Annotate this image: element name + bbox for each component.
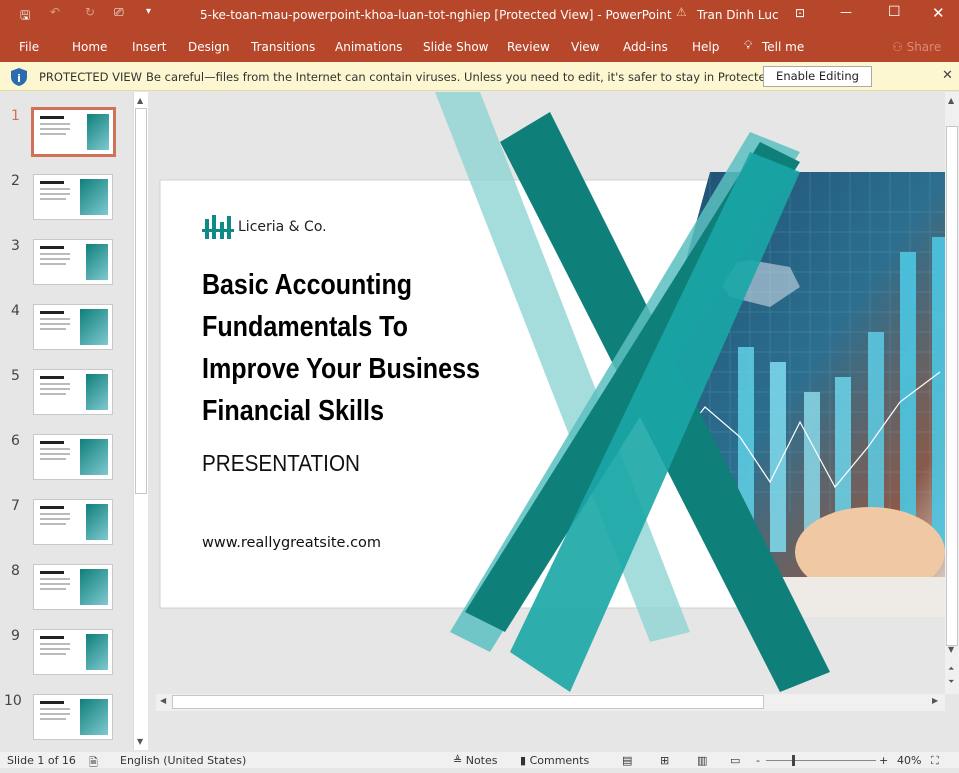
previous-slide-icon[interactable]: ⏶ [948, 664, 954, 674]
status-bar: Slide 1 of 16 🗎 English (United States) … [0, 752, 959, 769]
slide-number: 3 [11, 238, 20, 254]
website-text: www.reallygreatsite.com [202, 535, 381, 551]
slide-thumbnail[interactable] [33, 694, 113, 740]
slide-number: 9 [11, 628, 20, 644]
slide-canvas: Liceria & Co. Basic Accounting Fundament… [159, 92, 945, 692]
customize-qat-icon[interactable]: ▾ [146, 6, 151, 17]
slide-thumbnail[interactable] [33, 564, 113, 610]
slide-thumbnail-pane: 1 2 3 4 5 6 7 8 9 10 [0, 92, 150, 752]
normal-view-icon[interactable]: ▤ [622, 754, 632, 767]
slide-number: 2 [11, 173, 20, 189]
ribbon-display-icon[interactable]: ⊡ [795, 6, 805, 20]
zoom-level[interactable]: 40% [897, 754, 921, 767]
next-slide-icon[interactable]: ⏷ [948, 677, 954, 687]
maximize-icon[interactable]: ☐ [888, 4, 901, 20]
share-label: Share [906, 40, 942, 54]
save-icon[interactable]: 🖫 [20, 6, 30, 27]
editor-vertical-scrollbar[interactable]: ▲ ▼ ⏶ ⏷ [945, 92, 959, 694]
slide-number: 4 [11, 303, 20, 319]
redo-icon[interactable]: ↻ [85, 5, 95, 19]
scroll-down-icon[interactable]: ▼ [137, 737, 143, 746]
comments-label: Comments [529, 754, 590, 767]
slideshow-view-icon[interactable]: ▭ [730, 754, 740, 767]
zoom-in-icon[interactable]: + [879, 754, 888, 767]
tab-insert[interactable]: Insert [132, 40, 166, 54]
language[interactable]: English (United States) [120, 754, 246, 767]
tab-help[interactable]: Help [692, 40, 719, 54]
fit-slide-icon[interactable]: ⛶ [931, 754, 939, 768]
tab-view[interactable]: View [571, 40, 599, 54]
slide-number: 10 [4, 693, 22, 709]
zoom-slider[interactable] [766, 755, 876, 766]
reading-view-icon[interactable]: ▥ [697, 754, 707, 767]
user-name[interactable]: Tran Dinh Luc [697, 8, 779, 22]
ribbon-tabs: File Home Insert Design Transitions Anim… [0, 32, 959, 62]
svg-text:i: i [17, 72, 21, 85]
slide-thumbnail[interactable] [33, 499, 113, 545]
protected-view-message: Be careful—files from the Internet can c… [146, 70, 807, 84]
tell-me-search[interactable]: Tell me [762, 40, 804, 54]
editor-horizontal-scrollbar[interactable]: ◀ ▶ [156, 694, 945, 711]
protected-view-bar: i PROTECTED VIEW Be careful—files from t… [0, 62, 959, 91]
title-line: Financial Skills [202, 395, 384, 427]
lightbulb-icon: 💡︎ [744, 38, 753, 52]
tab-file[interactable]: File [19, 40, 39, 54]
slide-subtitle: PRESENTATION [202, 450, 360, 476]
close-bar-icon[interactable]: ✕ [942, 68, 953, 83]
scroll-thumb[interactable] [172, 695, 764, 709]
notes-label: Notes [465, 754, 498, 767]
slide-number: 5 [11, 368, 20, 384]
slide-thumbnail[interactable] [33, 304, 113, 350]
thumbnail-scrollbar[interactable]: ▲ ▼ [133, 92, 148, 750]
brand-name: Liceria & Co. [238, 219, 327, 235]
slide-number: 1 [11, 108, 20, 124]
slide-editor[interactable]: Liceria & Co. Basic Accounting Fundament… [150, 92, 945, 694]
title-bar: 🖫 ↶ ↻ ⎚ ▾ 5-ke-toan-mau-powerpoint-khoa-… [0, 0, 959, 32]
scroll-down-icon[interactable]: ▼ [948, 645, 954, 654]
warning-icon: ⚠ [676, 5, 687, 19]
zoom-slider-thumb[interactable] [792, 755, 795, 766]
slide-thumbnail[interactable] [31, 107, 116, 157]
minimize-icon[interactable]: — [840, 5, 852, 19]
scroll-up-icon[interactable]: ▲ [137, 96, 143, 105]
slide-thumbnail[interactable] [33, 369, 113, 415]
slide-number: 8 [11, 563, 20, 579]
scroll-left-icon[interactable]: ◀ [160, 696, 166, 705]
zoom-out-icon[interactable]: - [756, 754, 760, 767]
title-line: Basic Accounting [202, 269, 412, 301]
slide-number: 6 [11, 433, 20, 449]
share-button[interactable]: ⚇ Share [892, 40, 941, 54]
scroll-right-icon[interactable]: ▶ [932, 696, 938, 705]
spelling-icon[interactable]: 🗎 [89, 754, 98, 773]
tab-design[interactable]: Design [188, 40, 229, 54]
slide-thumbnail[interactable] [33, 629, 113, 675]
slide-counter: Slide 1 of 16 [7, 754, 76, 767]
title-line: Fundamentals To [202, 311, 408, 343]
tab-review[interactable]: Review [507, 40, 550, 54]
shield-info-icon: i [11, 68, 27, 86]
slide-thumbnail[interactable] [33, 174, 113, 220]
slide-sorter-icon[interactable]: ⊞ [660, 754, 669, 767]
tab-add-ins[interactable]: Add-ins [623, 40, 668, 54]
close-icon[interactable]: ✕ [932, 4, 945, 22]
title-line: Improve Your Business [202, 353, 480, 385]
enable-editing-button[interactable]: Enable Editing [763, 66, 872, 87]
document-title: 5-ke-toan-mau-powerpoint-khoa-luan-tot-n… [200, 8, 672, 22]
notes-button[interactable]: ≜ Notes [453, 754, 498, 767]
slide-thumbnail[interactable] [33, 239, 113, 285]
scroll-thumb[interactable] [946, 126, 958, 646]
tab-slide-show[interactable]: Slide Show [423, 40, 488, 54]
present-icon[interactable]: ⎚ [114, 5, 124, 20]
comments-button[interactable]: ▮ Comments [520, 754, 589, 767]
slide-number: 7 [11, 498, 20, 514]
scroll-up-icon[interactable]: ▲ [948, 96, 954, 105]
tab-animations[interactable]: Animations [335, 40, 402, 54]
undo-icon[interactable]: ↶ [50, 5, 60, 19]
tab-home[interactable]: Home [72, 40, 107, 54]
tab-transitions[interactable]: Transitions [251, 40, 315, 54]
scroll-thumb[interactable] [135, 108, 147, 494]
slide-thumbnail[interactable] [33, 434, 113, 480]
protected-view-label: PROTECTED VIEW [39, 70, 142, 84]
